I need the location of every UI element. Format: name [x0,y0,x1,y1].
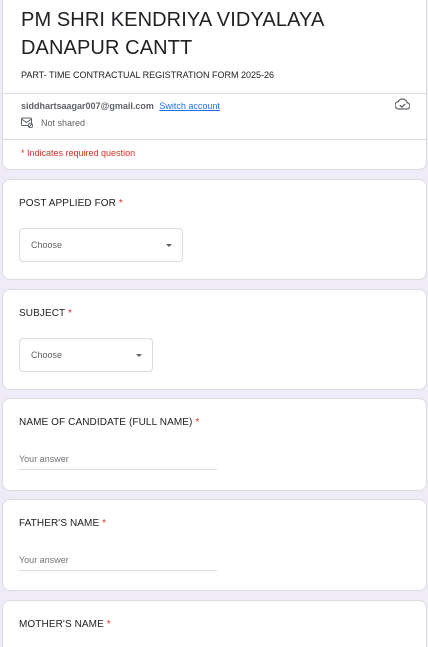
form-header-card: PM SHRI KENDRIYA VIDYALAYA DANAPUR CANTT… [2,0,427,170]
question-label: NAME OF CANDIDATE (FULL NAME) * [19,417,200,428]
chevron-down-icon [136,353,142,357]
subject-dropdown[interactable]: Choose [19,338,153,372]
divider [3,93,426,94]
question-card-subject: SUBJECT * Choose [2,289,427,390]
question-label: SUBJECT * [19,308,72,319]
switch-account-link[interactable]: Switch account [159,101,220,111]
candidate-name-input[interactable]: Your answer [19,450,217,470]
form-page: PM SHRI KENDRIYA VIDYALAYA DANAPUR CANTT… [0,0,428,647]
required-asterisk: * [195,417,200,428]
account-email: siddhartsaagar007@gmail.com [21,101,154,111]
form-description: PART- TIME CONTRACTUAL REGISTRATION FORM… [21,70,275,80]
not-shared-icon [21,117,33,128]
father-name-input[interactable]: Your answer [19,551,217,571]
dropdown-value: Choose [31,240,63,250]
question-label: FATHER'S NAME * [19,518,107,529]
chevron-down-icon [166,243,172,247]
dropdown-value: Choose [31,350,63,360]
question-card-post: POST APPLIED FOR * Choose [2,179,427,280]
required-note: * Indicates required question [21,148,136,158]
divider [3,139,426,140]
account-row: siddhartsaagar007@gmail.com Switch accou… [21,101,220,111]
question-card-father-name: FATHER'S NAME * Your answer [2,499,427,591]
required-asterisk: * [106,619,111,630]
question-card-candidate-name: NAME OF CANDIDATE (FULL NAME) * Your ans… [2,398,427,491]
question-label: POST APPLIED FOR * [19,198,123,209]
required-asterisk: * [102,518,107,529]
cloud-icon [394,97,411,115]
not-shared-row: Not shared [21,117,85,128]
not-shared-label: Not shared [41,117,86,128]
question-card-mother-name: MOTHER'S NAME * [2,600,427,647]
post-dropdown[interactable]: Choose [19,228,183,262]
required-asterisk: * [118,198,123,209]
question-label: MOTHER'S NAME * [19,619,111,630]
required-asterisk: * [67,308,72,319]
form-title: PM SHRI KENDRIYA VIDYALAYA DANAPUR CANTT [21,9,324,59]
